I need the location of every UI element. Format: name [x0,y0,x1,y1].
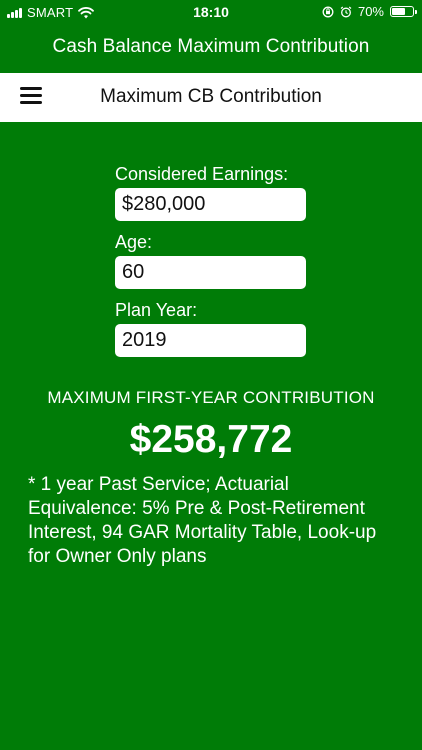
orientation-lock-icon [322,6,334,17]
app-title: Cash Balance Maximum Contribution [52,36,370,57]
age-label: Age: [115,232,153,252]
status-bar: SMART 18:10 70% [0,0,422,24]
max-contribution-value: $258,772 [129,418,293,461]
contribution-form: Considered Earnings: Age: Plan Year: [115,160,315,364]
age-input[interactable] [115,256,306,289]
result-heading: MAXIMUM FIRST-YEAR CONTRIBUTION [47,388,375,407]
alarm-clock-icon [340,6,352,17]
battery-percent: 70% [357,4,384,19]
plan-year-label: Plan Year: [115,300,198,320]
nav-bar: Maximum CB Contribution [0,73,422,122]
app-screen: SMART 18:10 70% Cash Balance Maximum Con… [0,0,422,750]
earnings-input[interactable] [115,188,306,221]
nav-title: Maximum CB Contribution [100,86,322,107]
battery-fill [392,8,405,15]
plan-year-input[interactable] [115,324,306,357]
battery-icon [390,6,417,17]
assumptions-footnote: * 1 year Past Service; Actuarial Equival… [28,474,377,567]
status-right: 70% [322,4,417,19]
earnings-label: Considered Earnings: [115,164,289,184]
